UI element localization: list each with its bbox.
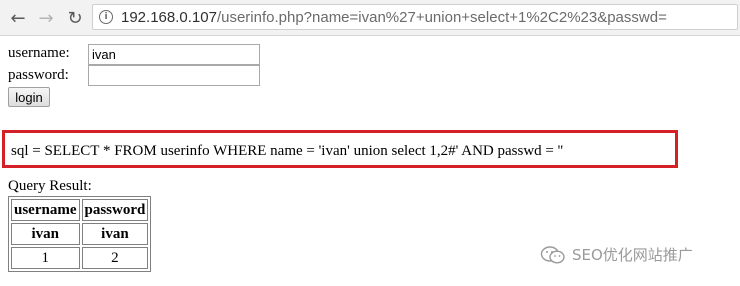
browser-toolbar: ← → ↻ i 192.168.0.107/userinfo.php?name=… xyxy=(0,0,740,36)
sql-query-text: sql = SELECT * FROM userinfo WHERE name … xyxy=(11,143,564,159)
table-row: 1 2 xyxy=(11,247,149,269)
watermark: SEO优化网站推广 xyxy=(540,244,693,265)
address-bar[interactable]: i 192.168.0.107/userinfo.php?name=ivan%2… xyxy=(92,4,738,30)
url-path: /userinfo.php?name=ivan%27+union+select+… xyxy=(216,9,667,26)
url-text[interactable]: 192.168.0.107/userinfo.php?name=ivan%27+… xyxy=(121,9,667,26)
reload-icon[interactable]: ↻ xyxy=(63,6,87,30)
watermark-text: SEO优化网站推广 xyxy=(572,246,693,264)
table-cell: 1 xyxy=(11,247,80,269)
table-cell: ivan xyxy=(81,223,149,245)
password-label: password: xyxy=(8,67,69,83)
result-table: username password ivan ivan 1 2 xyxy=(8,196,152,272)
table-cell: 2 xyxy=(81,247,149,269)
table-header-password: password xyxy=(81,199,149,221)
login-button[interactable]: login xyxy=(8,87,50,107)
table-cell: ivan xyxy=(11,223,80,245)
info-icon[interactable]: i xyxy=(99,10,113,24)
url-host: 192.168.0.107 xyxy=(121,9,217,26)
forward-arrow-icon[interactable]: → xyxy=(34,6,58,30)
wechat-icon xyxy=(540,245,565,264)
sql-highlight-box: sql = SELECT * FROM userinfo WHERE name … xyxy=(2,130,678,168)
password-input[interactable] xyxy=(88,65,260,86)
username-input[interactable]: ivan xyxy=(88,44,260,65)
back-arrow-icon[interactable]: ← xyxy=(6,6,30,30)
table-row: ivan ivan xyxy=(11,223,149,245)
query-result-title: Query Result: xyxy=(8,178,92,194)
username-label: username: xyxy=(8,45,70,61)
table-header-row: username password xyxy=(11,199,149,221)
table-header-username: username xyxy=(11,199,80,221)
